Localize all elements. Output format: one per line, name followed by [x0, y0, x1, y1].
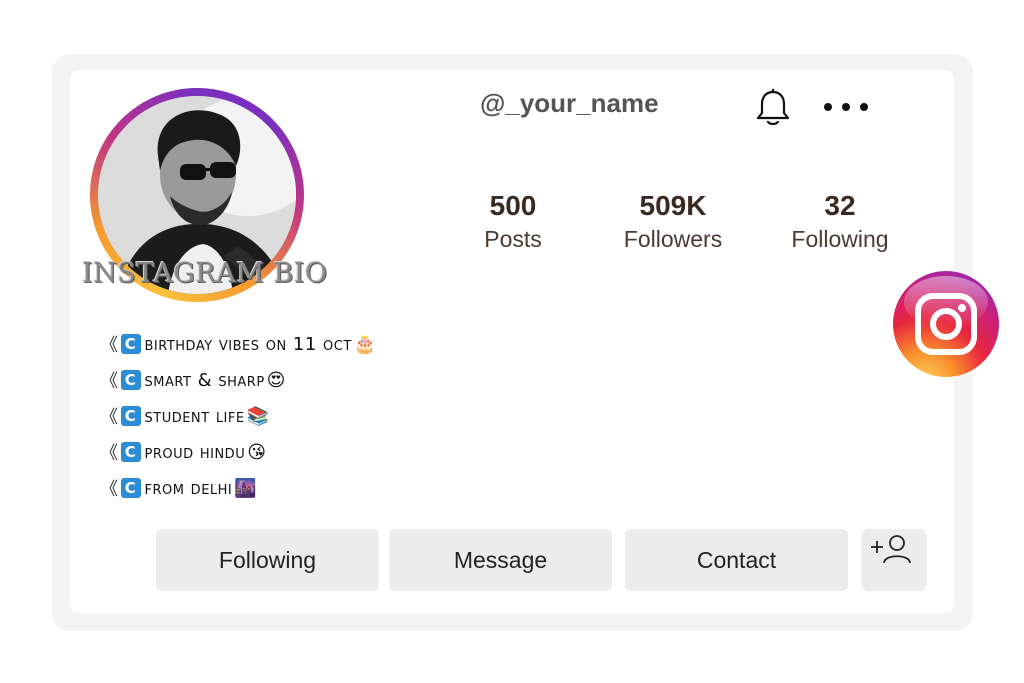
more-options-icon[interactable] [820, 96, 872, 118]
bio-prefix: 《 [100, 479, 119, 500]
bio-line: 《 C smart & sharp 😍 [100, 362, 377, 398]
contact-button[interactable]: Contact [625, 529, 848, 591]
stat-followers-count: 509K [639, 190, 707, 221]
bio-text: student life [144, 405, 245, 427]
bio-prefix: 《 [100, 443, 119, 464]
bio-badge-icon: C [120, 442, 141, 462]
bio-badge-icon: C [120, 478, 141, 498]
stat-following-label: Following [791, 226, 889, 252]
bio-text: from delhi [144, 477, 233, 499]
message-button[interactable]: Message [389, 529, 612, 591]
stat-following-count: 32 [824, 190, 856, 221]
add-user-icon [871, 535, 911, 564]
bio-text: birthday vibes on 11 oct [144, 333, 352, 355]
birthday-cake-emoji: 🎂 [353, 333, 377, 355]
bio-line: 《 C birthday vibes on 11 oct 🎂 [100, 326, 377, 362]
cityscape-emoji: 🌆 [234, 477, 258, 499]
bio-prefix: 《 [100, 407, 119, 428]
kiss-emoji: 😘 [247, 441, 267, 463]
bio-prefix: 《 [100, 371, 119, 392]
add-user-button[interactable] [861, 529, 927, 591]
username: @_your_name [480, 88, 659, 118]
instagram-logo-icon [892, 270, 1000, 378]
watermark-text: INSTAGRAM BIO [82, 258, 328, 289]
bio-line: 《 C from delhi 🌆 [100, 470, 377, 506]
bio-badge-icon: C [120, 406, 141, 426]
bio-text: proud hindu [144, 441, 246, 463]
stat-posts[interactable]: 500 Posts [428, 188, 598, 254]
bio-line: 《 C student life 📚 [100, 398, 377, 434]
bio-text: smart & sharp [144, 369, 265, 391]
bio-badge-icon: C [120, 370, 141, 390]
stat-following[interactable]: 32 Following [755, 188, 925, 254]
bio-badge-icon: C [120, 334, 141, 354]
bio-prefix: 《 [100, 335, 119, 356]
following-button[interactable]: Following [156, 529, 379, 591]
bell-icon[interactable] [754, 88, 792, 128]
stat-posts-label: Posts [484, 226, 542, 252]
heart-eyes-emoji: 😍 [266, 369, 286, 391]
stat-followers-label: Followers [623, 226, 723, 252]
bio-section: 《 C birthday vibes on 11 oct 🎂 《 C smart… [100, 326, 377, 506]
stat-posts-count: 500 [489, 190, 537, 221]
books-emoji: 📚 [246, 405, 270, 427]
stat-followers[interactable]: 509K Followers [588, 188, 758, 254]
bio-line: 《 C proud hindu 😘 [100, 434, 377, 470]
